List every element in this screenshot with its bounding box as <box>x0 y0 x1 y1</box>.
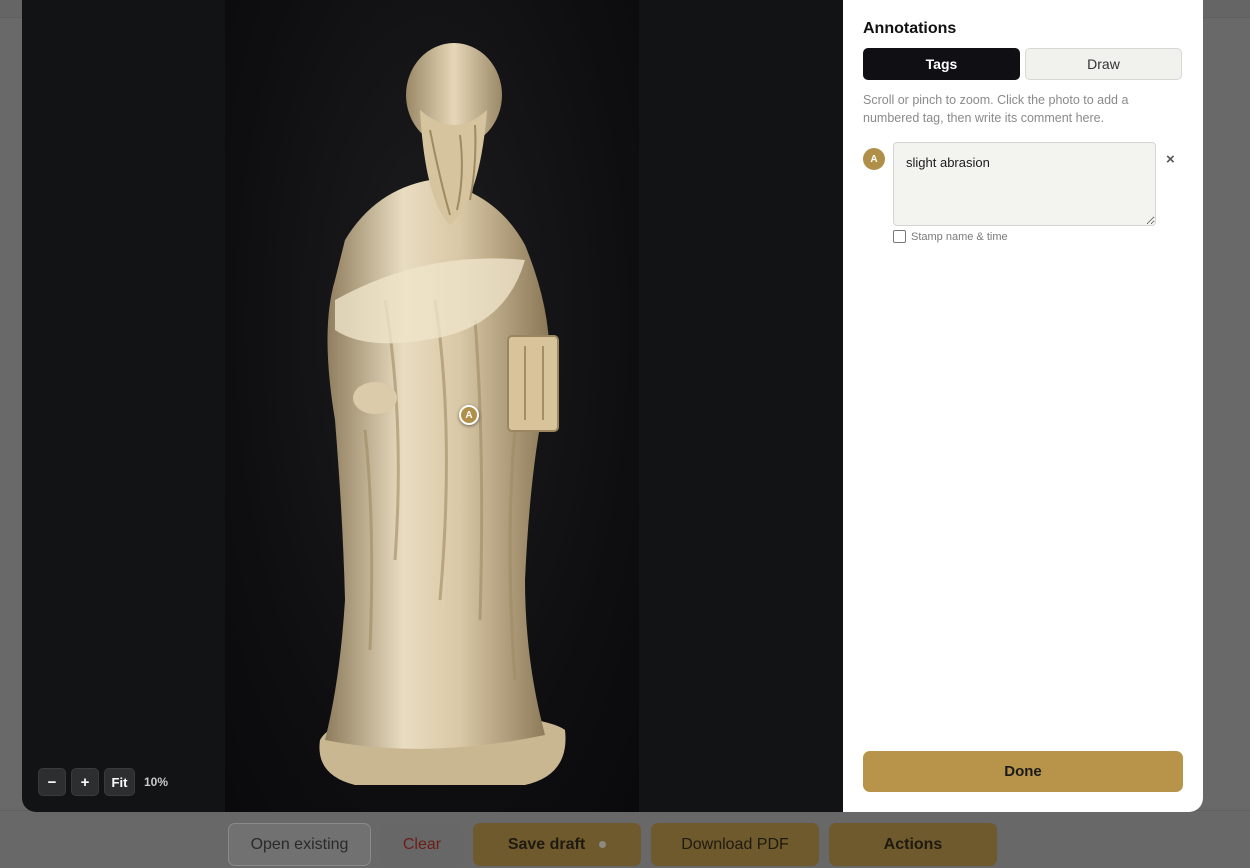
actions-button[interactable]: Actions <box>829 823 997 866</box>
tag-entry-a: A slight abrasion × Stamp name & time <box>863 142 1183 252</box>
instructions-text: Scroll or pinch to zoom. Click the photo… <box>863 93 1129 125</box>
zoom-level-readout: 10% <box>144 775 169 789</box>
tab-draw-label: Draw <box>1087 56 1120 72</box>
annotation-modal: A − + Fit 10% Annotations Tags Draw Scro… <box>22 0 1203 812</box>
tag-comment-input[interactable]: slight abrasion <box>893 142 1156 226</box>
stamp-label: Stamp name & time <box>911 230 1008 243</box>
unsaved-indicator-dot <box>599 841 607 848</box>
clear-button[interactable]: Clear <box>381 823 463 866</box>
save-draft-button[interactable]: Save draft <box>473 823 641 866</box>
statue-hand <box>353 382 397 414</box>
zoom-out-label: − <box>47 773 57 791</box>
tab-tags-label: Tags <box>925 56 958 72</box>
tag-badge-label: A <box>870 153 878 165</box>
zoom-in-label: + <box>80 773 90 791</box>
tab-draw[interactable]: Draw <box>1025 48 1182 80</box>
fit-label: Fit <box>111 774 128 790</box>
statue-book <box>507 335 559 432</box>
download-pdf-button[interactable]: Download PDF <box>651 823 819 866</box>
done-label: Done <box>1004 763 1042 780</box>
tab-tags[interactable]: Tags <box>863 48 1020 80</box>
zoom-controls: − + Fit 10% <box>38 768 168 796</box>
zoom-in-button[interactable]: + <box>71 768 99 796</box>
sculpture-photo[interactable] <box>225 0 639 812</box>
save-draft-label: Save draft <box>507 835 586 853</box>
photo-viewer[interactable]: A − + Fit 10% <box>22 0 843 812</box>
tag-badge-a: A <box>863 148 885 170</box>
bottom-action-bar: Open existing Clear Save draft Download … <box>228 823 997 866</box>
open-existing-label: Open existing <box>250 835 349 853</box>
panel-title: Annotations <box>863 20 957 37</box>
done-button[interactable]: Done <box>863 751 1183 792</box>
checkbox-box[interactable] <box>893 230 906 243</box>
fit-button[interactable]: Fit <box>104 768 135 796</box>
photo-tag-marker-label: A <box>465 409 473 421</box>
zoom-out-button[interactable]: − <box>38 768 66 796</box>
stamp-name-time-checkbox[interactable]: Stamp name & time <box>893 230 1008 243</box>
open-existing-button[interactable]: Open existing <box>228 823 371 866</box>
annotations-panel: Annotations Tags Draw Scroll or pinch to… <box>843 0 1203 812</box>
annotation-mode-tabs: Tags Draw <box>863 48 1183 80</box>
statue-illustration <box>319 43 566 785</box>
clear-label: Clear <box>402 835 442 853</box>
remove-tag-icon[interactable]: × <box>1166 151 1175 168</box>
actions-label: Actions <box>883 835 943 853</box>
photo-tag-marker-a[interactable]: A <box>459 405 479 425</box>
download-pdf-label: Download PDF <box>681 835 789 853</box>
